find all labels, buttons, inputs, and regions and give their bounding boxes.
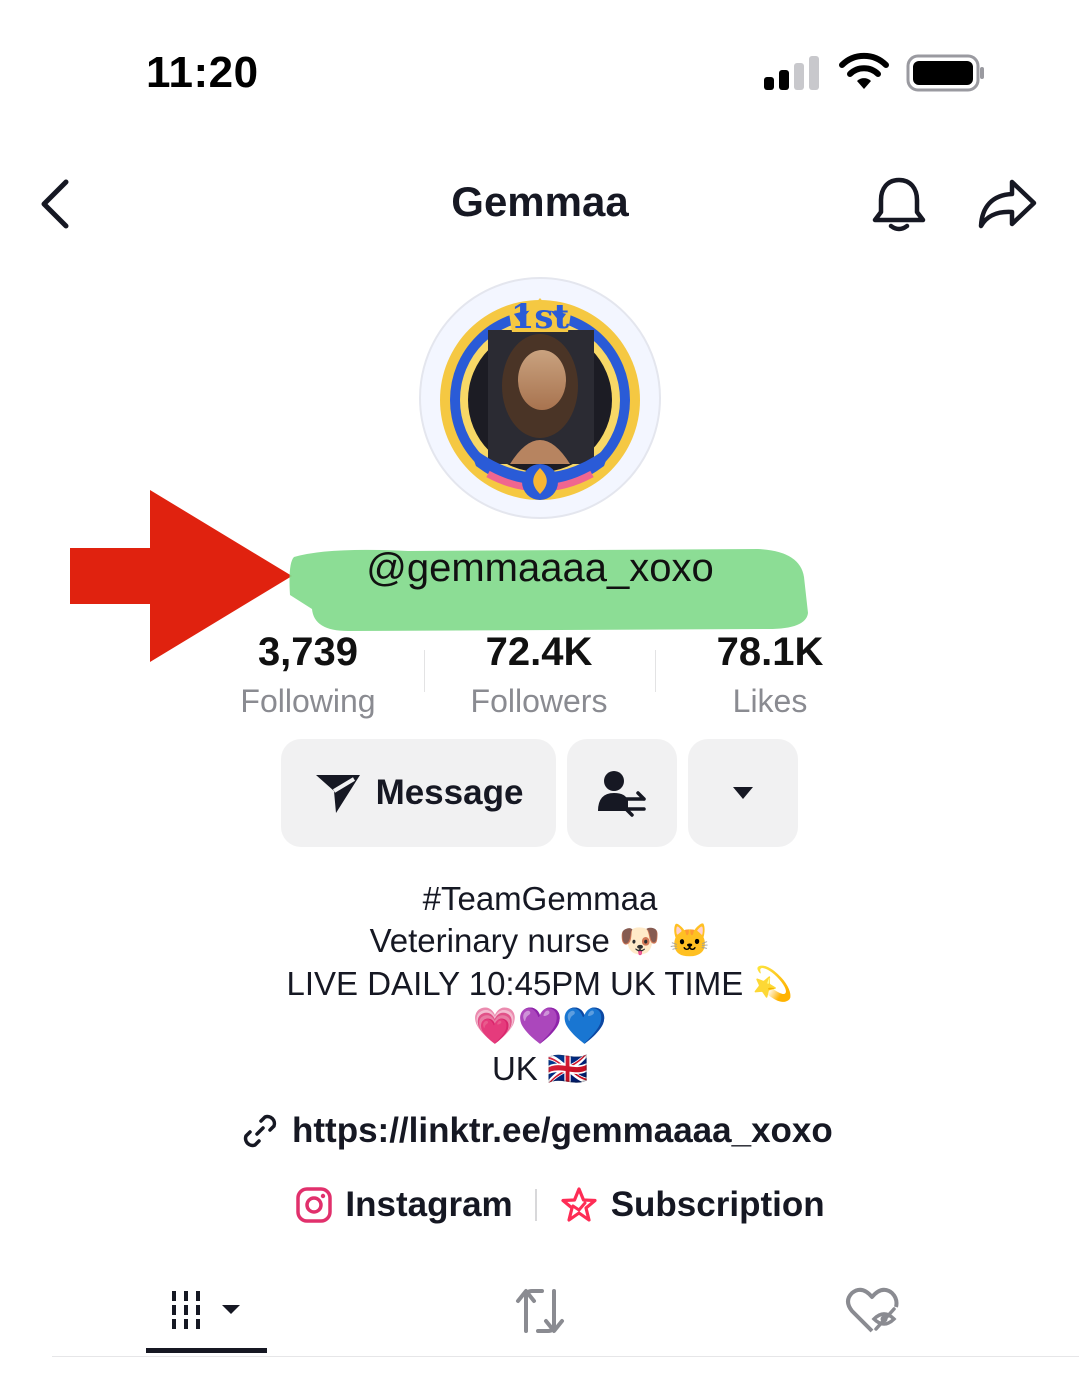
instagram-label: Instagram <box>345 1185 513 1224</box>
subscription-label: Subscription <box>610 1185 825 1224</box>
profile-link[interactable]: https://linktr.ee/gemmaaaa_xoxo <box>240 1106 860 1156</box>
grid-icon <box>172 1291 240 1329</box>
star-badge-icon <box>561 1187 597 1222</box>
link-icon <box>243 1114 277 1148</box>
repost-icon <box>516 1289 564 1333</box>
cellular-signal-icon <box>764 56 819 90</box>
tab-videos[interactable] <box>146 1268 266 1354</box>
avatar-badge-text: 1st <box>511 297 570 337</box>
bell-icon[interactable] <box>870 174 928 234</box>
bio-line: Veterinary nurse 🐶 🐱 <box>369 922 711 959</box>
profile-tabs <box>0 1268 1079 1384</box>
battery-icon <box>906 54 984 92</box>
link-url: https://linktr.ee/gemmaaaa_xoxo <box>292 1111 833 1150</box>
message-button[interactable]: Message <box>281 739 556 847</box>
instagram-link[interactable]: Instagram <box>295 1185 513 1225</box>
hidden-heart-icon <box>846 1287 899 1333</box>
status-time: 11:20 <box>146 48 259 97</box>
tab-reposts[interactable] <box>480 1268 600 1354</box>
more-options-button[interactable] <box>688 739 798 847</box>
social-divider <box>534 1189 537 1221</box>
followers-label: Followers <box>470 683 608 719</box>
send-icon <box>315 775 360 813</box>
subscription-link[interactable]: Subscription <box>559 1185 825 1225</box>
stat-likes[interactable]: 78.1K Likes <box>655 630 885 720</box>
bio-line: UK 🇬🇧 <box>491 1050 589 1087</box>
wifi-icon <box>839 52 889 89</box>
bio-hearts: 💗💜💙 <box>472 1005 608 1046</box>
share-arrow-icon[interactable] <box>976 176 1038 232</box>
following-label: Following <box>240 683 376 719</box>
username: @gemmaaaa_xoxo <box>366 546 714 590</box>
tab-liked[interactable] <box>812 1268 932 1354</box>
friend-status-button[interactable] <box>567 739 677 847</box>
user-swap-icon <box>598 771 646 817</box>
message-button-label: Message <box>375 773 524 812</box>
bio-line: LIVE DAILY 10:45PM UK TIME 💫 <box>286 965 794 1002</box>
stat-following[interactable]: 3,739 Following <box>193 630 423 720</box>
following-count: 3,739 <box>257 630 359 674</box>
followers-count: 72.4K <box>485 630 593 674</box>
likes-label: Likes <box>732 683 808 719</box>
caret-down-icon <box>733 787 753 799</box>
social-links: Instagram Subscription <box>280 1180 840 1230</box>
active-tab-indicator <box>146 1348 267 1353</box>
instagram-icon <box>296 1187 333 1223</box>
profile-avatar[interactable]: 1st <box>418 276 662 520</box>
tab-divider <box>52 1356 1079 1357</box>
stat-followers[interactable]: 72.4K Followers <box>424 630 654 720</box>
page-title: Gemmaa <box>451 178 629 225</box>
back-chevron-icon[interactable] <box>32 176 78 232</box>
bio-line: #TeamGemmaa <box>422 880 658 917</box>
likes-count: 78.1K <box>716 630 824 674</box>
